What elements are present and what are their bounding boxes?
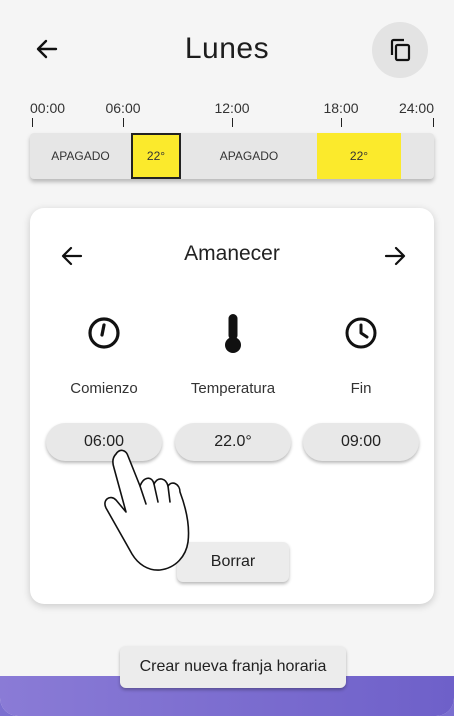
end-column: Fin 09:00	[303, 312, 419, 461]
segment-off[interactable]	[401, 133, 434, 179]
tick-mark	[341, 118, 342, 127]
start-label: Comienzo	[70, 380, 138, 397]
timeline-axis: 00:00 06:00 12:00 18:00 24:00	[30, 100, 434, 128]
segment-on-selected[interactable]: 22°	[131, 133, 181, 179]
thermometer-icon	[175, 312, 291, 354]
next-slot-button[interactable]	[379, 240, 411, 272]
copy-button[interactable]	[372, 22, 428, 78]
app-screen: Lunes 00:00 06:00 12:00 18:00 24:00 APAG…	[0, 0, 454, 716]
tick-mark	[123, 118, 124, 127]
end-label: Fin	[350, 380, 372, 397]
slot-title: Amanecer	[184, 242, 280, 265]
copy-icon	[390, 38, 411, 62]
tick-label: 00:00	[30, 100, 66, 116]
temperature-label: Temperatura	[190, 380, 276, 397]
segment-off[interactable]: APAGADO	[181, 133, 317, 179]
tick-label: 12:00	[214, 100, 250, 116]
start-time-button[interactable]: 06:00	[46, 423, 162, 461]
slot-card: Amanecer Comienzo 06:00 Temperatura 22.0…	[30, 208, 434, 604]
temperature-button[interactable]: 22.0°	[175, 423, 291, 461]
header: Lunes	[0, 18, 454, 82]
tick-label: 06:00	[105, 100, 141, 116]
end-time-button[interactable]: 09:00	[303, 423, 419, 461]
tick-label: 18:00	[323, 100, 359, 116]
tick-mark	[433, 118, 434, 127]
create-slot-button[interactable]: Crear nueva franja horaria	[120, 646, 346, 688]
delete-button[interactable]: Borrar	[177, 542, 289, 582]
schedule-bar: APAGADO 22° APAGADO 22°	[30, 133, 434, 179]
clock-icon	[303, 312, 419, 354]
clock-start-icon	[46, 312, 162, 354]
start-column: Comienzo 06:00	[46, 312, 162, 461]
segment-on[interactable]: 22°	[317, 133, 401, 179]
segment-off[interactable]: APAGADO	[30, 133, 131, 179]
tick-label: 24:00	[398, 100, 434, 116]
tick-mark	[32, 118, 33, 127]
temperature-column: Temperatura 22.0°	[175, 312, 291, 461]
tick-mark	[232, 118, 233, 127]
arrow-right-icon	[384, 246, 406, 266]
